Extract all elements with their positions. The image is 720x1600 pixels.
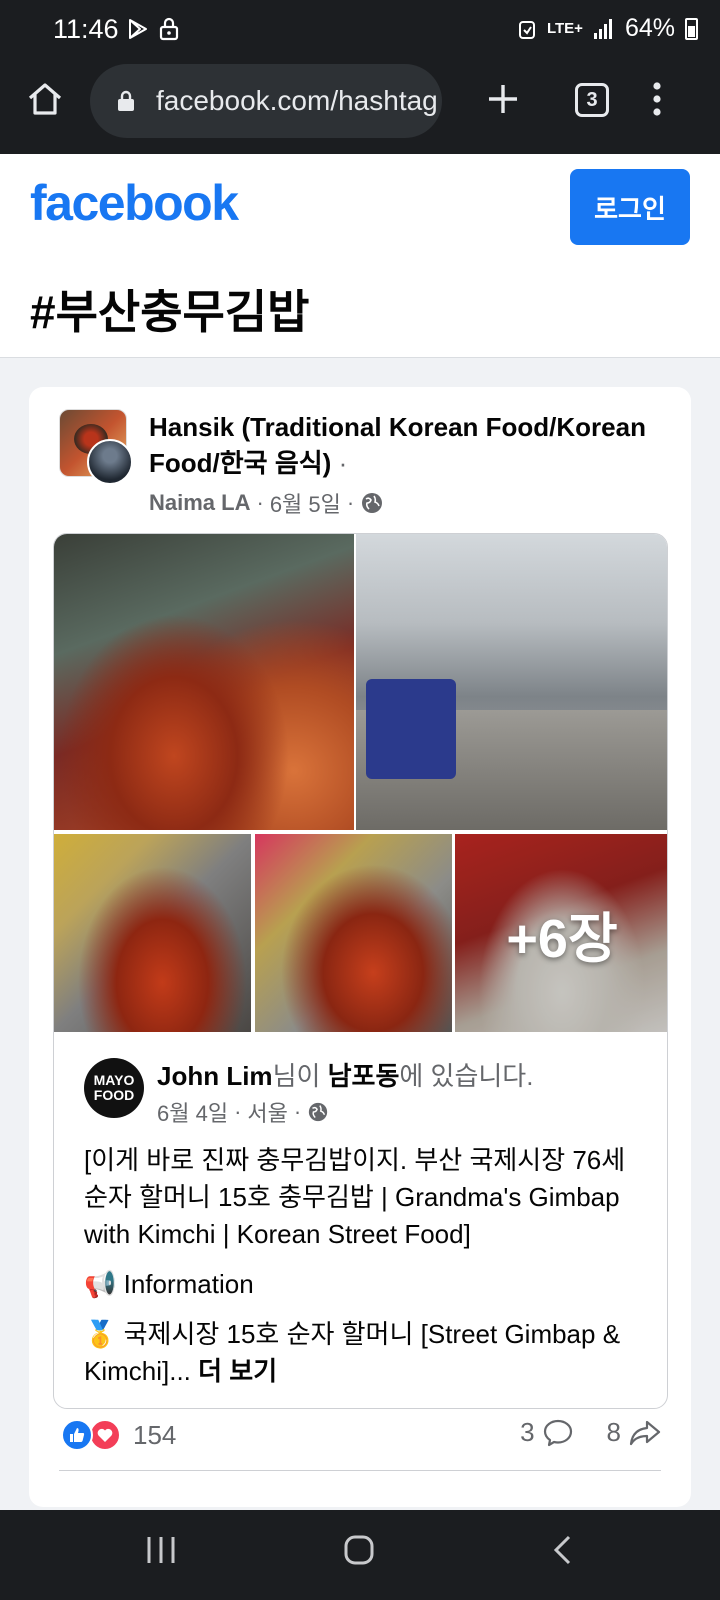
meta-separator: · xyxy=(234,1099,242,1124)
photo-vendor-kimchi[interactable] xyxy=(54,534,354,830)
url-bar[interactable]: facebook.com/hashtag xyxy=(90,64,442,138)
was-in-suffix: 에 있습니다. xyxy=(399,1061,534,1091)
status-left-icons xyxy=(126,17,180,41)
new-tab-icon[interactable] xyxy=(484,80,522,118)
share-icon[interactable] xyxy=(629,1419,661,1447)
tab-switcher-button[interactable]: 3 xyxy=(575,83,609,117)
place-link[interactable]: 남포동 xyxy=(328,1061,400,1091)
login-button[interactable]: 로그인 xyxy=(570,169,690,245)
status-time: 11:46 xyxy=(53,14,119,44)
body-location-text: 국제시장 15호 순자 할머니 [Street Gimbap & Kimchi]… xyxy=(84,1319,621,1386)
information-label: Information xyxy=(123,1269,254,1299)
shares-count[interactable]: 8 xyxy=(607,1417,621,1448)
system-nav-bar xyxy=(0,1510,720,1600)
blue-cart xyxy=(366,679,456,779)
meta-separator: · xyxy=(293,1099,302,1124)
post-card: Hansik (Traditional Korean Food/Korean F… xyxy=(29,387,691,1507)
more-photos-label: +6장 xyxy=(455,834,667,1032)
body-information-line: 📢 Information xyxy=(84,1266,644,1303)
post-meta: Naima LA · 6월 5일 · xyxy=(149,487,384,519)
shared-author-name[interactable]: John Lim xyxy=(157,1061,273,1091)
browser-toolbar: facebook.com/hashtag 3 xyxy=(0,60,720,154)
shared-location[interactable]: 서울 xyxy=(247,1096,287,1128)
group-name-link[interactable]: Hansik (Traditional Korean Food/Korean F… xyxy=(149,412,646,478)
like-reaction-icon xyxy=(61,1419,93,1451)
globe-icon xyxy=(309,1102,328,1122)
body-paragraph: [이게 바로 진짜 충무김밥이지. 부산 국제시장 76세 순자 할머니 15호… xyxy=(84,1145,626,1249)
battery-percent: 64% xyxy=(624,14,675,42)
meta-separator: · xyxy=(346,490,355,515)
globe-icon xyxy=(362,493,383,513)
post-group-title: Hansik (Traditional Korean Food/Korean F… xyxy=(149,409,669,481)
url-text: facebook.com/hashtag xyxy=(156,85,438,116)
facebook-logo[interactable]: facebook xyxy=(30,174,239,232)
home-nav-icon[interactable] xyxy=(343,1534,375,1566)
status-right: LTE+ 64% xyxy=(517,14,698,43)
engagement-counts: 3 8 xyxy=(520,1417,661,1448)
photo-grandma-cooking[interactable] xyxy=(255,834,452,1032)
tab-count: 3 xyxy=(586,88,598,111)
shared-author-avatar[interactable]: MAYO FOOD xyxy=(84,1058,144,1118)
body-location-line: 🥇 국제시장 15호 순자 할머니 [Street Gimbap & Kimch… xyxy=(84,1316,644,1390)
comments-count[interactable]: 3 xyxy=(520,1417,534,1448)
author-avatar[interactable] xyxy=(87,439,133,485)
actions-divider xyxy=(59,1470,661,1471)
status-bar: 11:46 LTE+ 64% xyxy=(0,0,720,60)
signal-icon xyxy=(593,18,612,39)
lock-icon xyxy=(159,17,179,41)
shared-meta: 6월 4일 · 서울 · xyxy=(157,1096,329,1128)
post-author[interactable]: Naima LA xyxy=(149,490,250,516)
was-in-text: 님이 xyxy=(272,1061,328,1091)
meta-separator: · xyxy=(256,490,264,515)
fb-header: facebook 로그인 #부산충무김밥 xyxy=(0,154,720,358)
medal-icon: 🥇 xyxy=(84,1319,117,1349)
back-nav-icon[interactable] xyxy=(551,1534,573,1566)
photo-kimchi-plate[interactable] xyxy=(54,834,251,1032)
recent-apps-icon[interactable] xyxy=(146,1534,176,1566)
title-separator: · xyxy=(338,448,348,478)
battery-icon xyxy=(685,17,698,40)
see-more-link[interactable]: 더 보기 xyxy=(198,1356,277,1386)
reactions-summary[interactable]: 154 xyxy=(61,1419,176,1451)
home-icon[interactable] xyxy=(26,80,64,118)
shared-date[interactable]: 6월 4일 xyxy=(157,1096,228,1128)
network-type: LTE+ xyxy=(546,20,583,37)
megaphone-icon: 📢 xyxy=(84,1269,117,1299)
comment-icon[interactable] xyxy=(543,1419,573,1447)
secure-lock-icon xyxy=(118,90,134,111)
photo-market-street[interactable] xyxy=(356,534,667,830)
reactions-count: 154 xyxy=(133,1419,177,1450)
hashtag-title: #부산충무김밥 xyxy=(30,286,310,338)
shared-post[interactable]: +6장 MAYO FOOD John Lim님이 남포동에 있습니다. 6월 4… xyxy=(53,533,668,1409)
post-date[interactable]: 6월 5일 xyxy=(270,487,341,519)
play-store-icon xyxy=(129,19,147,39)
photo-more[interactable]: +6장 xyxy=(455,834,667,1032)
love-reaction-icon xyxy=(89,1419,121,1451)
alarm-icon xyxy=(518,20,535,39)
shared-post-body: [이게 바로 진짜 충무김밥이지. 부산 국제시장 76세 순자 할머니 15호… xyxy=(84,1142,644,1403)
shared-author-line: John Lim님이 남포동에 있습니다. xyxy=(157,1056,533,1093)
overflow-menu-icon[interactable] xyxy=(650,80,664,118)
